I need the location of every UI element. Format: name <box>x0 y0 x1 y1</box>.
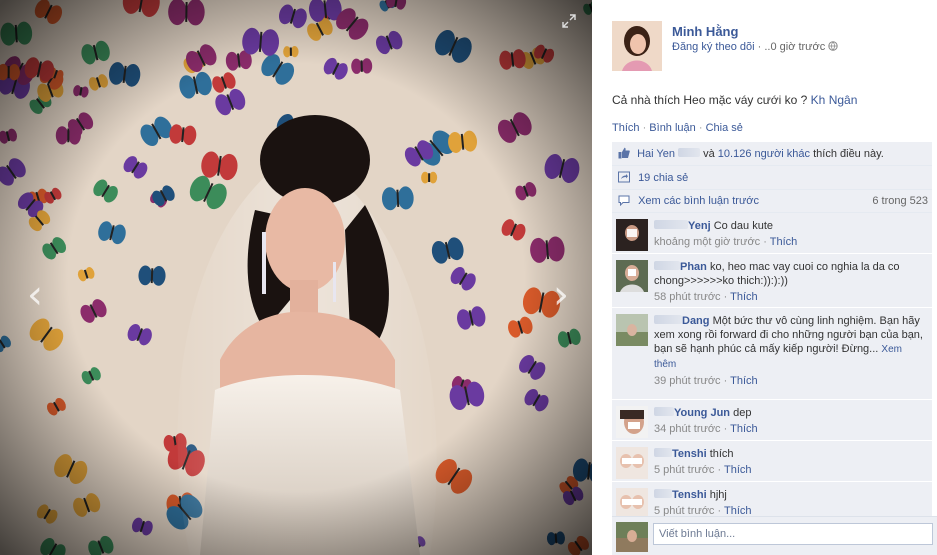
commenter-avatar[interactable] <box>616 447 648 479</box>
my-avatar <box>616 522 648 552</box>
comment-item: Yenj Co dau kute khoảng một giờ trước · … <box>612 213 932 254</box>
comment-link[interactable]: Bình luận <box>649 122 695 134</box>
caption-tag[interactable]: Kh <box>811 93 826 107</box>
view-previous-comments-link[interactable]: Xem các bình luận trước <box>638 195 759 207</box>
like-link[interactable]: Thích <box>612 122 640 134</box>
comment-like-link[interactable]: Thích <box>770 236 798 248</box>
comment-time[interactable]: 5 phút trước <box>654 464 714 476</box>
thumbs-up-icon <box>618 147 630 159</box>
hidden-name <box>654 315 682 324</box>
comment-like-link[interactable]: Thích <box>730 423 758 435</box>
comment-text: hjhj <box>709 489 727 501</box>
post-actions: Thích · Bình luận · Chia sẻ <box>612 122 743 134</box>
view-previous-row[interactable]: Xem các bình luận trước 6 trong 523 <box>612 190 932 213</box>
comment-author[interactable]: Tenshi <box>672 489 707 501</box>
meta-separator: · <box>754 41 765 53</box>
comment-time[interactable]: 58 phút trước <box>654 291 721 303</box>
comment-item: Tenshi thích 5 phút trước · Thích <box>612 441 932 482</box>
hidden-name <box>654 261 680 270</box>
comment-like-link[interactable]: Thích <box>730 291 758 303</box>
commenter-avatar[interactable] <box>616 314 648 346</box>
comment-author[interactable]: Yenj <box>688 220 711 232</box>
hidden-name <box>654 489 672 498</box>
hidden-name <box>654 407 674 416</box>
share-link[interactable]: Chia sẻ <box>706 122 743 134</box>
photo-caption: Cả nhà thích Heo mặc váy cưới ko ? Kh Ng… <box>612 93 857 107</box>
wedding-photo <box>0 0 592 555</box>
caption-text: Cả nhà thích Heo mặc váy cưới ko ? <box>612 93 808 107</box>
fullscreen-icon[interactable] <box>562 14 576 28</box>
commenter-avatar[interactable] <box>616 406 648 438</box>
meta-separator: · <box>720 291 731 303</box>
commenter-avatar[interactable] <box>616 219 648 251</box>
share-icon <box>618 171 630 183</box>
comment-text: thích <box>709 448 734 460</box>
post-meta: Đăng ký theo dõi · ..0 giờ trước <box>672 41 839 53</box>
owner-avatar[interactable] <box>612 21 662 71</box>
comment-text: Co dau kute <box>713 220 774 232</box>
likes-others-link[interactable]: 10.126 người khác <box>718 148 810 160</box>
liker-name[interactable]: Hai Yen <box>637 148 675 160</box>
follow-link[interactable]: Đăng ký theo dõi <box>672 41 755 53</box>
meta-separator: · <box>760 236 770 248</box>
hidden-name <box>654 220 688 229</box>
comment-author[interactable]: Phan <box>680 261 707 273</box>
meta-separator: · <box>720 375 731 387</box>
photo-sidebar: Minh Hằng Đăng ký theo dõi · ..0 giờ trư… <box>592 0 937 555</box>
meta-separator: · <box>720 423 731 435</box>
likes-and: và <box>700 148 718 160</box>
comment-like-link[interactable]: Thích <box>724 464 752 476</box>
shares-row[interactable]: 19 chia sẻ <box>612 166 932 190</box>
feedback-box: Hai Yen và 10.126 người khác thích điều … <box>612 142 932 523</box>
hidden-name <box>654 448 672 457</box>
meta-separator: · <box>714 464 725 476</box>
shares-count[interactable]: 19 chia sẻ <box>638 172 688 184</box>
comment-author[interactable]: Dang <box>682 315 710 327</box>
comment-like-link[interactable]: Thích <box>730 375 758 387</box>
caption-tag[interactable]: Ngân <box>829 93 858 107</box>
action-separator: · <box>695 122 706 134</box>
comment-item: Young Jun dep 34 phút trước · Thích <box>612 400 932 441</box>
comment-input[interactable] <box>653 523 933 545</box>
photo-viewer[interactable]: ‹ › <box>0 0 592 555</box>
comment-item: Phan ko, heo mac vay cuoi co nghia la da… <box>612 254 932 308</box>
comment-author[interactable]: Young Jun <box>674 407 730 419</box>
comment-item: Dang Một bức thư vô cùng linh nghiệm. Bạ… <box>612 308 932 400</box>
action-separator: · <box>639 122 650 134</box>
comment-time[interactable]: 39 phút trước <box>654 375 721 387</box>
comment-composer <box>612 516 937 555</box>
previous-photo-button[interactable]: ‹ <box>20 270 50 320</box>
comment-icon <box>618 195 630 206</box>
comment-text: dep <box>733 407 752 419</box>
comment-time[interactable]: khoảng một giờ trước <box>654 236 760 248</box>
comment-pager: 6 trong 523 <box>872 195 928 207</box>
hidden-name <box>678 148 701 157</box>
owner-name[interactable]: Minh Hằng <box>672 24 738 39</box>
globe-icon <box>828 41 839 51</box>
comment-author[interactable]: Tenshi <box>672 448 707 460</box>
post-time[interactable]: ..0 giờ trước <box>764 41 825 53</box>
next-photo-button[interactable]: › <box>546 270 576 320</box>
comment-time[interactable]: 34 phút trước <box>654 423 721 435</box>
likes-suffix: thích điều này. <box>810 148 884 160</box>
commenter-avatar[interactable] <box>616 260 648 292</box>
likes-row: Hai Yen và 10.126 người khác thích điều … <box>612 142 932 166</box>
